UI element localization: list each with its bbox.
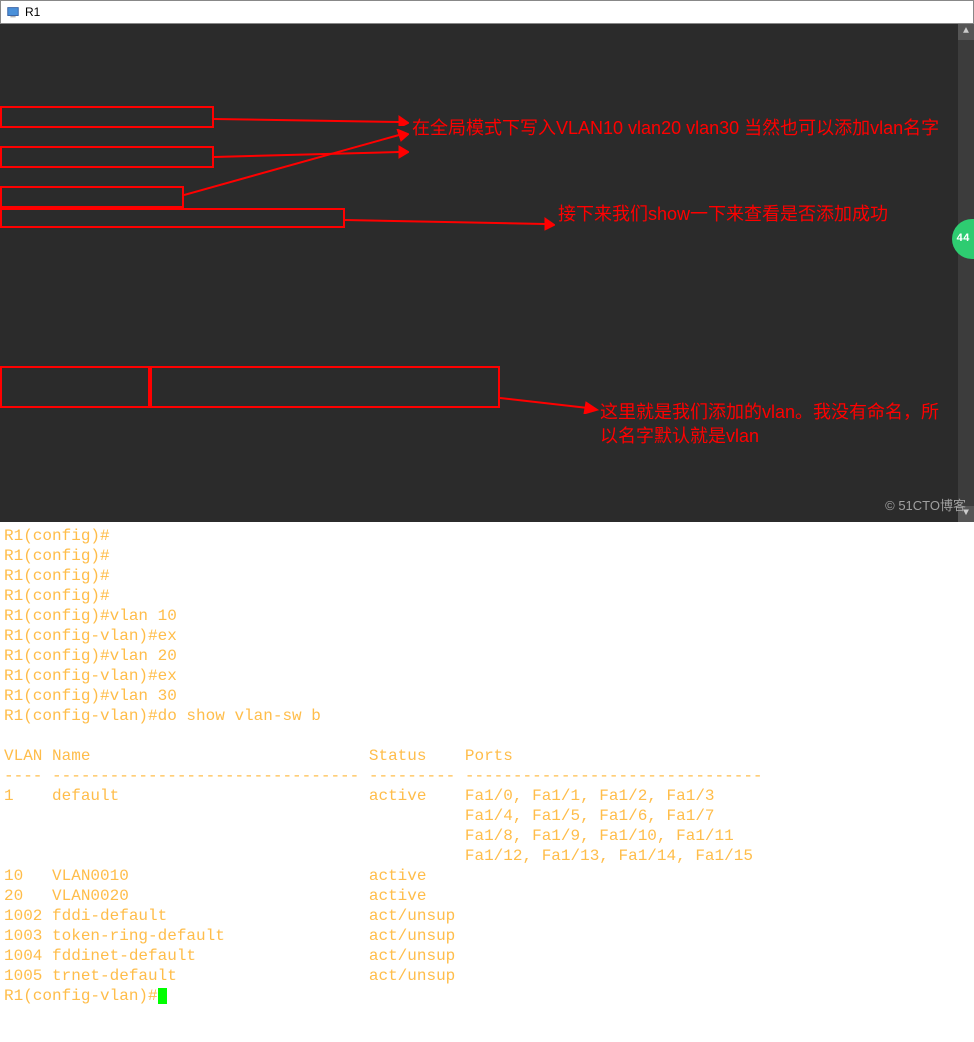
window-titlebar: R1 bbox=[0, 0, 974, 24]
highlight-box bbox=[0, 208, 345, 228]
highlight-box bbox=[0, 106, 214, 128]
arrow-icon bbox=[214, 112, 409, 126]
app-icon bbox=[5, 4, 21, 20]
highlight-box bbox=[150, 366, 500, 408]
scroll-up-button[interactable]: ▲ bbox=[958, 24, 974, 40]
watermark: © 51CTO博客 bbox=[885, 496, 966, 516]
highlight-box bbox=[0, 366, 150, 408]
annotation-text: 在全局模式下写入VLAN10 vlan20 vlan30 当然也可以添加vlan… bbox=[412, 116, 962, 140]
arrow-icon bbox=[500, 394, 600, 414]
cursor bbox=[158, 988, 167, 1004]
terminal[interactable]: ▲ ▼ R1(config)# R1(config)# R1(config)# … bbox=[0, 24, 974, 522]
annotation-text: 接下来我们show一下来查看是否添加成功 bbox=[558, 202, 958, 226]
arrow-icon bbox=[345, 214, 555, 232]
annotation-text: 这里就是我们添加的vlan。我没有命名，所以名字默认就是vlan bbox=[600, 400, 950, 448]
highlight-box bbox=[0, 186, 184, 208]
badge-value: 44 bbox=[956, 229, 969, 249]
arrow-icon bbox=[184, 129, 409, 199]
scrollbar[interactable]: ▲ ▼ bbox=[958, 24, 974, 522]
terminal-prompt: R1(config-vlan)# bbox=[4, 987, 158, 1005]
window-title: R1 bbox=[25, 5, 40, 19]
highlight-box bbox=[0, 146, 214, 168]
